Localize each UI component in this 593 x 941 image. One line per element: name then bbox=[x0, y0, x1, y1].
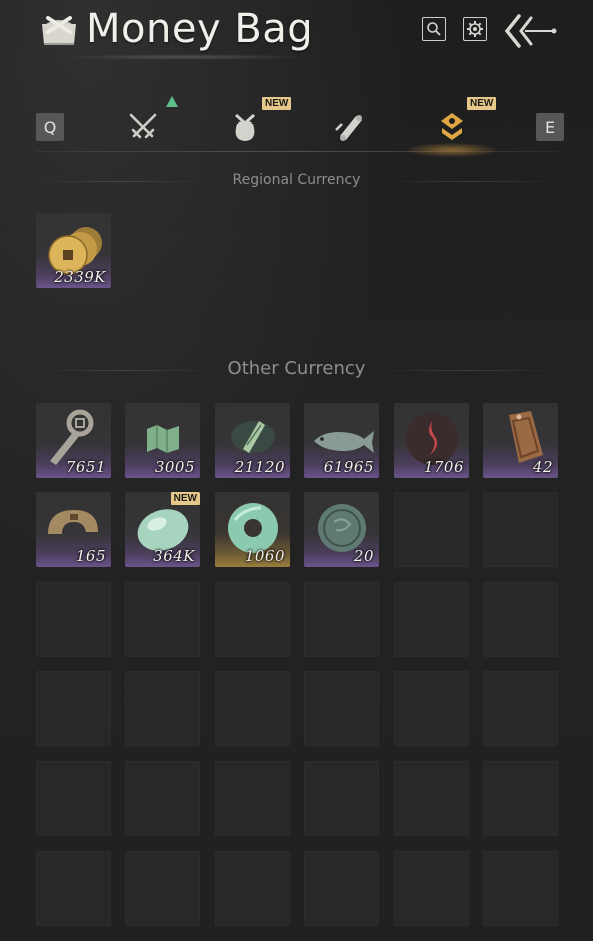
currency-slot[interactable]: 165 bbox=[36, 492, 111, 567]
page-title: Money Bag bbox=[86, 6, 314, 52]
item-quantity: 364K bbox=[153, 547, 195, 565]
empty-slot bbox=[215, 761, 290, 836]
empty-slot bbox=[483, 761, 558, 836]
scroll-icon bbox=[335, 115, 362, 141]
empty-slot bbox=[394, 582, 469, 657]
empty-slot bbox=[36, 671, 111, 746]
item-quantity: 21120 bbox=[234, 458, 285, 476]
settings-button[interactable] bbox=[463, 17, 487, 41]
empty-slot bbox=[483, 492, 558, 567]
item-quantity: 1706 bbox=[423, 458, 464, 476]
empty-slot bbox=[304, 761, 379, 836]
currency-slot[interactable]: 61965 bbox=[304, 403, 379, 478]
item-quantity: 3005 bbox=[154, 458, 195, 476]
next-tab-key[interactable]: E bbox=[536, 113, 564, 141]
crossed-swords-icon bbox=[129, 113, 157, 139]
empty-slot bbox=[215, 851, 290, 926]
item-quantity: 165 bbox=[75, 547, 106, 565]
new-badge: NEW bbox=[467, 97, 497, 110]
empty-slot bbox=[304, 851, 379, 926]
upgrade-arrow-icon bbox=[166, 96, 178, 107]
tab-scrolls[interactable] bbox=[326, 104, 372, 150]
currency-slot[interactable]: 21120 bbox=[215, 403, 290, 478]
empty-slot bbox=[125, 582, 200, 657]
item-quantity: 42 bbox=[532, 458, 553, 476]
currency-slot[interactable]: 1060 bbox=[215, 492, 290, 567]
empty-slot bbox=[394, 851, 469, 926]
empty-slot bbox=[125, 671, 200, 746]
currency-slot[interactable]: 1706 bbox=[394, 403, 469, 478]
pouch-icon bbox=[235, 113, 255, 141]
empty-slot bbox=[215, 582, 290, 657]
empty-slot bbox=[304, 671, 379, 746]
empty-slot bbox=[483, 671, 558, 746]
empty-slot bbox=[36, 851, 111, 926]
currency-slot[interactable]: 20 bbox=[304, 492, 379, 567]
item-quantity: 1060 bbox=[244, 547, 285, 565]
section-title-regional: Regional Currency bbox=[232, 172, 361, 188]
currency-slot[interactable]: NEW 364K bbox=[125, 492, 200, 567]
tab-pouch[interactable]: NEW bbox=[222, 97, 292, 150]
search-button[interactable] bbox=[422, 17, 446, 41]
empty-slot bbox=[125, 851, 200, 926]
empty-slot bbox=[483, 851, 558, 926]
empty-slot bbox=[394, 761, 469, 836]
active-tab-indicator bbox=[400, 142, 504, 158]
money-bag-icon bbox=[42, 16, 76, 45]
empty-slot bbox=[483, 582, 558, 657]
currency-icon bbox=[441, 113, 463, 140]
currency-slot[interactable]: 42 bbox=[483, 403, 558, 478]
new-badge: NEW bbox=[262, 97, 292, 110]
item-quantity: 20 bbox=[353, 547, 374, 565]
empty-slot bbox=[125, 761, 200, 836]
empty-slot bbox=[394, 492, 469, 567]
section-title-other: Other Currency bbox=[227, 358, 366, 379]
empty-slot bbox=[36, 582, 111, 657]
empty-slot bbox=[304, 582, 379, 657]
tab-weapons[interactable] bbox=[120, 96, 178, 150]
search-icon bbox=[427, 22, 441, 36]
empty-slot bbox=[215, 671, 290, 746]
empty-slot bbox=[36, 761, 111, 836]
empty-slot bbox=[394, 671, 469, 746]
item-quantity: 7651 bbox=[65, 458, 106, 476]
new-badge: NEW bbox=[170, 492, 200, 505]
item-quantity: 2339K bbox=[54, 268, 106, 286]
gear-icon bbox=[467, 21, 483, 37]
currency-slot[interactable]: 7651 bbox=[36, 403, 111, 478]
item-quantity: 61965 bbox=[323, 458, 374, 476]
prev-tab-key[interactable]: Q bbox=[36, 113, 64, 141]
currency-slot[interactable]: 3005 bbox=[125, 403, 200, 478]
header: Money Bag bbox=[0, 0, 593, 90]
back-arrow-icon[interactable] bbox=[503, 12, 559, 50]
currency-slot[interactable]: 2339K bbox=[36, 213, 111, 288]
title-underline bbox=[60, 54, 310, 60]
